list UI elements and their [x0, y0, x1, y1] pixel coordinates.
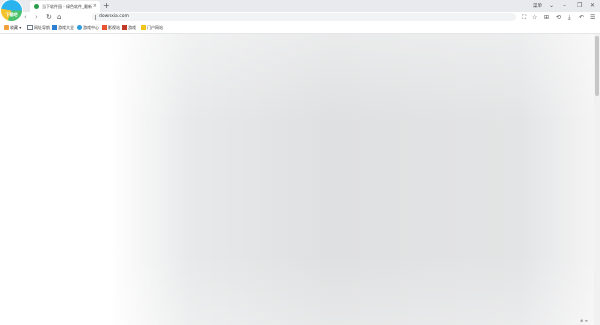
bookmark-item[interactable]: 影视站 — [102, 25, 120, 31]
bookmark-label: 游戏中心 — [83, 25, 99, 30]
bookmark-item[interactable]: 门户网站 — [141, 25, 163, 31]
new-tab-button[interactable]: + — [103, 0, 110, 12]
address-bar[interactable]: downxia.com — [92, 13, 516, 21]
bookmark-favicon-icon — [141, 25, 146, 30]
status-icons: ⊕ ≡ — [580, 318, 588, 323]
tab-strip: 当下软件园 - 绿色软件_最新最全 × + 菜单 ⌄ – ❐ ✕ — [0, 0, 600, 12]
bookmark-item[interactable]: 游戏 — [122, 25, 136, 31]
url-text[interactable]: downxia.com — [99, 14, 129, 19]
home-button[interactable]: ⌂ — [57, 13, 61, 22]
bookmark-favicon-icon — [52, 25, 57, 30]
bookmark-item[interactable]: 游戏大全 — [52, 25, 74, 31]
scrollbar-thumb[interactable] — [595, 36, 599, 96]
bookmark-label: 门户网站 — [147, 25, 163, 30]
star-icon — [4, 25, 9, 30]
download-icon[interactable]: ⤓ — [568, 14, 571, 22]
bookmark-item[interactable]: 收藏 ▾ — [4, 25, 21, 31]
undo-icon[interactable]: ↶ — [579, 14, 584, 22]
minimize-button[interactable]: – — [563, 1, 566, 11]
browser-logo[interactable]: 下载吧 — [1, 0, 22, 21]
bookmarks-bar: 收藏 ▾ 网址导航 游戏大全 游戏中心 影视站 游戏 门户网站 — [0, 23, 600, 34]
bookmark-label: 网址导航 — [34, 25, 50, 30]
tab-active[interactable]: 当下软件园 - 绿色软件_最新最全 × — [30, 1, 100, 12]
bookmark-label: 游戏 — [128, 25, 136, 30]
bookmark-item[interactable]: 网址导航 — [27, 25, 50, 31]
favorite-icon[interactable]: ☆ — [532, 14, 537, 22]
history-icon[interactable]: ⟲ — [556, 14, 561, 22]
vertical-scrollbar[interactable] — [594, 34, 600, 325]
back-button[interactable]: ‹ — [24, 13, 27, 22]
bookmark-label: 影视站 — [108, 25, 120, 30]
site-favicon-icon — [34, 4, 39, 9]
extensions-icon[interactable]: ⊞ — [544, 14, 549, 22]
reload-button[interactable]: ↻ — [46, 13, 52, 22]
bookmark-item[interactable]: 游戏中心 — [77, 25, 99, 31]
menu-label[interactable]: 菜单 — [533, 3, 542, 9]
tab-title: 当下软件园 - 绿色软件_最新最全 — [42, 3, 92, 9]
menu-icon[interactable]: ☰ — [590, 14, 595, 22]
folder-icon — [27, 25, 33, 30]
bookmark-favicon-icon — [102, 25, 107, 30]
bookmark-label: 游戏大全 — [58, 25, 74, 30]
dropdown-icon[interactable]: ⌄ — [549, 1, 554, 11]
forward-button[interactable]: › — [35, 13, 38, 22]
screenshot-icon[interactable]: ⛶ — [522, 14, 526, 22]
close-button[interactable]: ✕ — [590, 1, 595, 11]
page-content-shade — [0, 34, 594, 325]
toolbar: ‹ › ↻ ⌂ downxia.com ⛶ ☆ ⊞ ⟲ ⤓ ↶ ☰ — [0, 12, 600, 23]
logo-text: 下载吧 — [5, 12, 18, 17]
bookmark-favicon-icon — [122, 25, 127, 30]
tab-close-icon[interactable]: × — [93, 3, 97, 9]
address-separator — [95, 14, 96, 20]
bookmark-favicon-icon — [77, 25, 82, 30]
bookmark-label: 收藏 — [10, 25, 18, 30]
restore-button[interactable]: ❐ — [577, 1, 582, 11]
